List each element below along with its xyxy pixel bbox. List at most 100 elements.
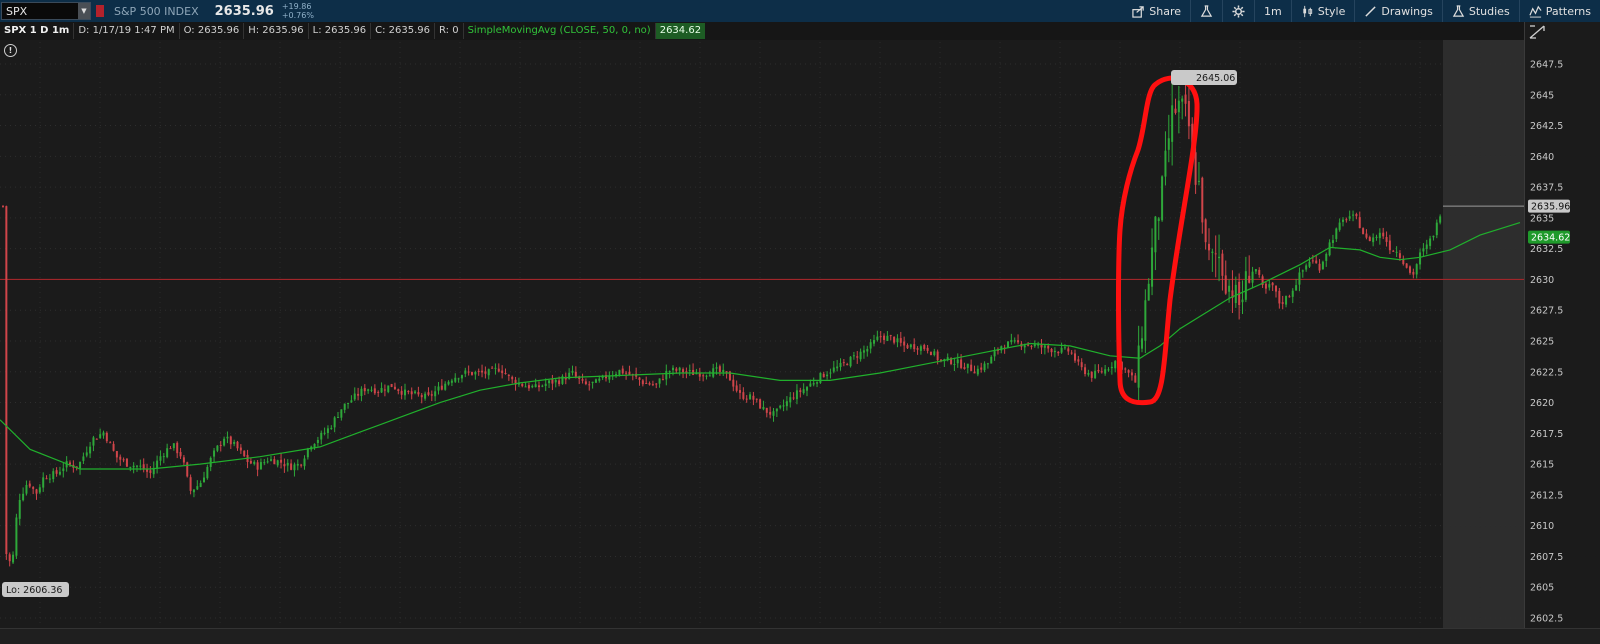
- candle-body: [367, 389, 370, 391]
- candle: [1177, 85, 1180, 134]
- candle: [839, 358, 842, 371]
- candle-body: [852, 355, 855, 357]
- candle-body: [1063, 347, 1066, 349]
- candle: [755, 398, 758, 403]
- candle-body: [739, 390, 741, 393]
- candle-body: [1321, 261, 1324, 270]
- candle-body: [427, 392, 430, 395]
- y-tick-label: 2632.5: [1530, 244, 1563, 255]
- candle-body: [296, 463, 299, 466]
- candle: [1007, 341, 1009, 348]
- candle: [785, 396, 788, 411]
- candle: [353, 387, 356, 401]
- candle-body: [903, 341, 906, 346]
- candle: [933, 348, 936, 357]
- candle: [28, 480, 31, 489]
- candle-body: [812, 383, 815, 385]
- candle-body: [467, 371, 470, 373]
- candle-body: [306, 448, 309, 458]
- candle: [142, 458, 145, 473]
- candle-body: [916, 348, 919, 350]
- candle-body: [497, 368, 500, 372]
- candle: [484, 366, 487, 379]
- candle-body: [1439, 216, 1442, 223]
- candle-body: [1415, 264, 1418, 275]
- candle-body: [266, 461, 269, 463]
- candle: [1141, 326, 1143, 353]
- candle: [15, 513, 18, 559]
- y-tick-label: 2622.5: [1530, 367, 1563, 378]
- candle-body: [527, 385, 530, 389]
- candle-body: [12, 554, 15, 563]
- annotation-loop[interactable]: [1116, 75, 1200, 406]
- candle-body: [1435, 222, 1438, 236]
- candle-body: [5, 206, 8, 555]
- y-tick-label: 2627.5: [1530, 306, 1563, 317]
- candle: [524, 382, 527, 388]
- candle: [1338, 218, 1341, 232]
- candle-body: [883, 335, 886, 340]
- candle: [829, 368, 832, 379]
- candle-body: [1097, 369, 1100, 372]
- y-tick-label: 2640: [1530, 152, 1554, 163]
- candle-body: [1362, 228, 1365, 235]
- candle-body: [333, 417, 336, 428]
- candle-body: [1234, 284, 1237, 303]
- candle-body: [651, 384, 654, 386]
- candle: [266, 457, 269, 464]
- candle: [826, 371, 829, 380]
- candle-body: [956, 359, 959, 364]
- candle: [913, 338, 916, 352]
- candle-body: [1432, 235, 1435, 238]
- candle: [1080, 358, 1083, 371]
- candle-body: [722, 369, 725, 373]
- candle-body: [1308, 261, 1311, 267]
- candle: [1375, 234, 1378, 241]
- candle: [1057, 351, 1060, 356]
- candle: [373, 384, 376, 395]
- candle-body: [233, 441, 236, 444]
- candle: [450, 378, 453, 387]
- candle: [722, 363, 725, 376]
- candle-body: [779, 405, 782, 408]
- candle: [454, 373, 457, 383]
- candle-body: [846, 364, 849, 366]
- y-tick-label: 2615: [1530, 460, 1554, 471]
- candle-body: [832, 367, 835, 372]
- candle: [1268, 279, 1271, 291]
- candle: [1184, 81, 1187, 117]
- candle: [551, 374, 554, 391]
- candle: [1017, 334, 1020, 345]
- candle-body: [263, 462, 266, 464]
- candle-body: [598, 378, 601, 381]
- candle-body: [363, 387, 366, 392]
- candle: [410, 387, 413, 400]
- candle: [377, 390, 380, 397]
- candle-body: [136, 465, 138, 467]
- candle: [1087, 369, 1090, 377]
- candle-body: [1338, 222, 1341, 230]
- candle: [367, 388, 370, 394]
- candle: [712, 363, 715, 379]
- candle-body: [407, 391, 410, 393]
- candle: [457, 377, 460, 383]
- candle: [440, 379, 443, 391]
- candle: [728, 370, 731, 381]
- candle: [380, 382, 383, 394]
- candle-body: [1315, 260, 1318, 264]
- candle-body: [1291, 290, 1294, 297]
- candle: [491, 365, 494, 369]
- candle-body: [484, 371, 487, 374]
- candle: [752, 391, 755, 406]
- candle-body: [588, 384, 591, 386]
- candle-body: [886, 335, 889, 341]
- candle: [296, 459, 299, 471]
- candle-body: [166, 448, 169, 458]
- candle: [48, 474, 51, 484]
- candle: [256, 459, 259, 477]
- candle-body: [424, 393, 427, 399]
- candle-body: [434, 391, 437, 397]
- candle-body: [1429, 238, 1432, 246]
- candle: [1144, 289, 1147, 354]
- candle: [541, 384, 544, 388]
